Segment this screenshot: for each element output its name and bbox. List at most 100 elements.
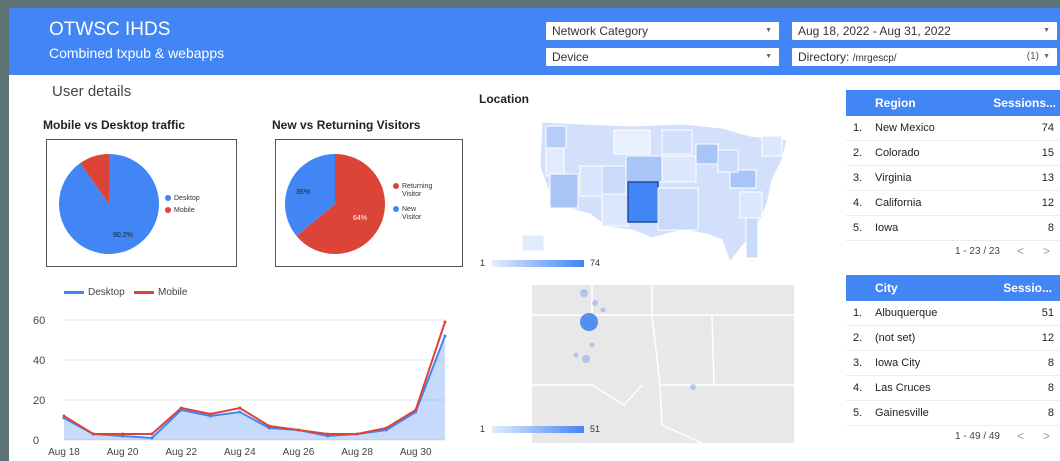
x-tick-label: Aug 20 [107, 447, 139, 458]
pie-label-new: 36% [296, 189, 310, 196]
state-dakota[interactable] [661, 129, 693, 155]
data-point-mobile[interactable] [355, 432, 359, 436]
state-montana[interactable] [613, 129, 651, 155]
row-value: 13 [1041, 172, 1054, 184]
data-point-desktop[interactable] [443, 334, 447, 338]
row-index: 5. [853, 407, 863, 419]
city-bubble[interactable] [573, 352, 579, 358]
row-name: Virginia [875, 172, 912, 184]
pie-label-desktop: 90.2% [113, 232, 133, 239]
dropdown-arrow-icon: ▼ [765, 27, 772, 34]
us-map-legend-min: 1 [480, 258, 486, 268]
table-row[interactable]: 4. California 12 [846, 191, 1060, 216]
data-point-mobile[interactable] [179, 406, 183, 410]
device-label: Device [552, 50, 589, 64]
table-row[interactable]: 2. (not set) 12 [846, 326, 1060, 351]
state-kansas[interactable] [661, 155, 697, 183]
city-bubble[interactable] [600, 307, 606, 313]
nm-map-legend-min: 1 [480, 424, 486, 434]
prev-page-icon[interactable]: < [1017, 429, 1024, 443]
state-utah[interactable] [601, 165, 627, 195]
directory-filter[interactable]: Directory: /mrgescp/ (1) ▼ [792, 48, 1057, 66]
column-header-sessions[interactable]: Sessio... [1003, 281, 1052, 295]
data-point-desktop[interactable] [238, 410, 242, 414]
state-new-mexico[interactable] [627, 181, 659, 223]
data-point-mobile[interactable] [150, 432, 154, 436]
state-virginia[interactable] [729, 169, 757, 189]
network-category-filter[interactable]: Network Category ▼ [546, 22, 779, 40]
data-point-mobile[interactable] [326, 432, 330, 436]
column-header-sessions[interactable]: Sessions... [993, 96, 1056, 110]
city-bubble[interactable] [690, 384, 696, 390]
date-range-picker[interactable]: Aug 18, 2022 - Aug 31, 2022 ▼ [792, 22, 1057, 40]
state-iowa[interactable] [695, 143, 719, 165]
data-point-mobile[interactable] [62, 414, 66, 418]
row-value: 12 [1041, 197, 1054, 209]
nm-map-legend-bar [492, 426, 584, 433]
table-row[interactable]: 4. Las Cruces 8 [846, 376, 1060, 401]
legend-desktop: Desktop [165, 195, 200, 203]
state-washington[interactable] [545, 125, 567, 149]
next-page-icon[interactable]: > [1043, 244, 1050, 258]
x-tick-label: Aug 28 [341, 447, 373, 458]
table-row[interactable]: 5. Iowa 8 [846, 216, 1060, 241]
map-background [532, 285, 794, 443]
data-point-mobile[interactable] [296, 428, 300, 432]
state-colorado[interactable] [625, 155, 663, 183]
state-florida[interactable] [745, 217, 759, 259]
sessions-line-chart: 0 20 40 60 Aug 18 Aug 20 Aug 22 Aug 24 Aug 26 Aug… [33, 315, 447, 458]
city-bubble[interactable] [580, 289, 588, 297]
data-point-mobile[interactable] [384, 426, 388, 430]
column-header-region[interactable]: Region [875, 96, 916, 110]
next-page-icon[interactable]: > [1043, 429, 1050, 443]
row-name: Iowa City [875, 357, 921, 369]
state-new-york[interactable] [761, 135, 783, 157]
table-row[interactable]: 1. Albuquerque 51 [846, 301, 1060, 326]
city-bubble-las-cruces[interactable] [582, 355, 590, 363]
visitor-pie-title: New vs Returning Visitors [272, 118, 421, 132]
column-header-city[interactable]: City [875, 281, 898, 295]
row-value: 8 [1047, 407, 1054, 419]
state-texas[interactable] [657, 187, 699, 231]
row-value: 74 [1041, 122, 1054, 134]
row-name: Colorado [875, 147, 920, 159]
state-nevada[interactable] [579, 165, 603, 197]
table-row[interactable]: 2. Colorado 15 [846, 141, 1060, 166]
data-point-mobile[interactable] [238, 406, 242, 410]
data-point-desktop[interactable] [150, 436, 154, 440]
data-point-mobile[interactable] [443, 320, 447, 324]
data-point-mobile[interactable] [414, 408, 418, 412]
state-arizona[interactable] [601, 193, 629, 227]
prev-page-icon[interactable]: < [1017, 244, 1024, 258]
row-index: 1. [853, 307, 863, 319]
data-point-mobile[interactable] [91, 432, 95, 436]
city-bubble[interactable] [589, 342, 595, 348]
row-value: 8 [1047, 357, 1054, 369]
state-oregon[interactable] [545, 147, 565, 177]
network-category-label: Network Category [552, 24, 649, 38]
city-bubble[interactable] [592, 300, 598, 306]
state-georgia[interactable] [739, 191, 763, 219]
series-line-mobile[interactable] [63, 321, 446, 435]
pagination-text: 1 - 49 / 49 [954, 431, 1000, 442]
visitor-pie-svg: 36% 64% [285, 154, 385, 254]
table-row[interactable]: 5. Gainesville 8 [846, 401, 1060, 426]
legend-mobile: Mobile [165, 207, 195, 215]
table-row[interactable]: 3. Virginia 13 [846, 166, 1060, 191]
row-name: New Mexico [875, 122, 935, 134]
pagination-text: 1 - 23 / 23 [954, 246, 1000, 257]
row-index: 2. [853, 147, 863, 159]
data-point-mobile[interactable] [267, 424, 271, 428]
city-bubble-albuquerque[interactable] [580, 313, 598, 331]
directory-count: (1) [1026, 51, 1039, 62]
table-row[interactable]: 1. New Mexico 74 [846, 116, 1060, 141]
device-filter[interactable]: Device ▼ [546, 48, 779, 66]
state-california[interactable] [549, 173, 579, 209]
data-point-mobile[interactable] [121, 432, 125, 436]
state-alaska[interactable] [522, 234, 545, 252]
data-point-mobile[interactable] [209, 412, 213, 416]
us-map-legend-bar [492, 260, 584, 267]
table-row[interactable]: 3. Iowa City 8 [846, 351, 1060, 376]
state-illinois[interactable] [717, 149, 739, 173]
row-name: Albuquerque [875, 307, 938, 319]
